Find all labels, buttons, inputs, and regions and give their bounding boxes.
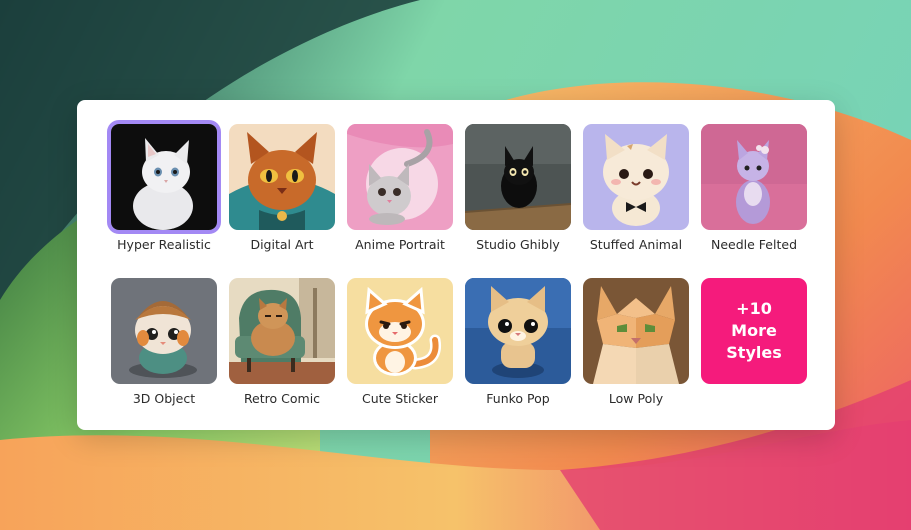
style-tile-needle-felted[interactable]: Needle Felted xyxy=(701,124,807,258)
sticker-cat-icon xyxy=(347,278,453,384)
style-label: Stuffed Animal xyxy=(589,237,683,252)
style-tile-3d-object[interactable]: 3D Object xyxy=(111,278,217,412)
more-styles-button[interactable]: +10 More Styles xyxy=(701,278,807,384)
style-tile-cute-sticker[interactable]: Cute Sticker xyxy=(347,278,453,412)
felted-cat-icon xyxy=(701,124,807,230)
style-tile-funko-pop[interactable]: Funko Pop xyxy=(465,278,571,412)
style-tile-hyper-realistic[interactable]: Hyper Realistic xyxy=(107,120,221,258)
more-styles-tile[interactable]: +10 More Styles xyxy=(701,278,807,412)
low-poly-cat-icon xyxy=(583,278,689,384)
style-tile-studio-ghibly[interactable]: Studio Ghibly xyxy=(465,124,571,258)
style-label: Anime Portrait xyxy=(355,237,445,252)
comic-cat-on-chair-icon xyxy=(229,278,335,384)
style-label: Retro Comic xyxy=(243,391,321,406)
3d-cat-icon xyxy=(111,278,217,384)
ornate-cat-art-icon xyxy=(229,124,335,230)
style-label: Cute Sticker xyxy=(361,391,439,406)
style-tile-digital-art[interactable]: Digital Art xyxy=(229,124,335,258)
more-styles-label: +10 More Styles xyxy=(726,299,782,362)
funko-cat-icon xyxy=(465,278,571,384)
style-tile-anime-portrait[interactable]: Anime Portrait xyxy=(347,124,453,258)
style-tile-stuffed-animal[interactable]: Stuffed Animal xyxy=(583,124,689,258)
black-cat-icon xyxy=(465,124,571,230)
style-label: Studio Ghibly xyxy=(476,237,560,252)
plush-cat-icon xyxy=(583,124,689,230)
style-tile-low-poly[interactable]: Low Poly xyxy=(583,278,689,412)
style-label: 3D Object xyxy=(132,391,196,406)
style-label: Hyper Realistic xyxy=(117,237,211,252)
style-label: Needle Felted xyxy=(711,237,797,252)
style-label: Low Poly xyxy=(608,391,664,406)
style-label: Digital Art xyxy=(250,237,314,252)
style-tile-retro-comic[interactable]: Retro Comic xyxy=(229,278,335,412)
anime-cat-icon xyxy=(347,124,453,230)
kitten-photo-icon xyxy=(107,120,221,234)
style-picker-card: Hyper Realistic Digital Art Anime Portra… xyxy=(77,100,835,430)
style-label: Funko Pop xyxy=(486,391,550,406)
